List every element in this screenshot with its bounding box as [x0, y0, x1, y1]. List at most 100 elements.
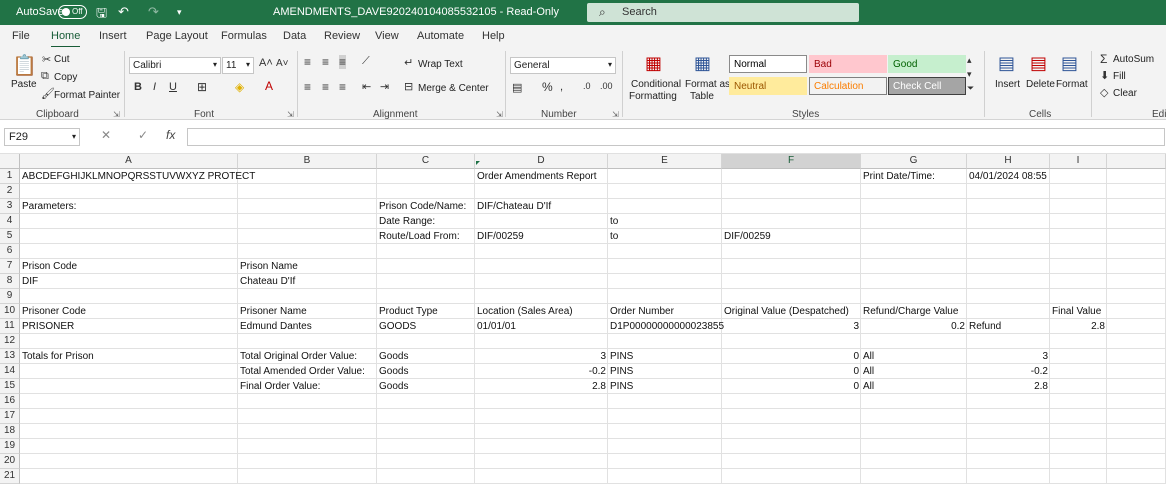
- cell-h11[interactable]: Refund: [967, 319, 1003, 334]
- cell-g1[interactable]: Print Date/Time:: [861, 169, 937, 184]
- styles-more-icon[interactable]: ⏷: [967, 83, 974, 94]
- increase-decimal-icon[interactable]: .0: [583, 81, 591, 91]
- cell-h14[interactable]: -0.2: [967, 364, 1050, 379]
- tab-data[interactable]: Data: [283, 30, 306, 42]
- spreadsheet-grid[interactable]: ABCDEFGHIJ123456789101112131415161718192…: [0, 154, 1166, 484]
- cell-g10[interactable]: Refund/Charge Value: [861, 304, 960, 319]
- cell-h13[interactable]: 3: [967, 349, 1050, 364]
- font-color-icon[interactable]: A: [265, 79, 273, 93]
- row-header-14[interactable]: 14: [0, 364, 20, 379]
- delete-cells-button[interactable]: Delete: [1026, 79, 1055, 90]
- document-title[interactable]: AMENDMENTS_DAVE920240104085532105 - Read…: [273, 6, 559, 18]
- row-header-2[interactable]: 2: [0, 184, 20, 199]
- fill-button[interactable]: Fill: [1113, 71, 1126, 82]
- cell-c4[interactable]: Date Range:: [377, 214, 437, 229]
- fill-icon[interactable]: ⬇: [1100, 69, 1109, 82]
- error-indicator-icon[interactable]: [476, 161, 480, 165]
- cell-a11[interactable]: PRISONER: [20, 319, 76, 334]
- autosum-button[interactable]: AutoSum: [1113, 54, 1154, 65]
- alignment-launcher-icon[interactable]: ⇲: [496, 110, 503, 119]
- cell-g15[interactable]: All: [861, 379, 876, 394]
- cell-c5[interactable]: Route/Load From:: [377, 229, 462, 244]
- cell-e4[interactable]: to: [608, 214, 620, 229]
- tab-formulas[interactable]: Formulas: [221, 30, 267, 42]
- row-header-16[interactable]: 16: [0, 394, 20, 409]
- tab-home[interactable]: Home: [51, 30, 81, 48]
- cell-g14[interactable]: All: [861, 364, 876, 379]
- redo-icon[interactable]: ↷: [148, 4, 159, 20]
- cell-f14[interactable]: 0: [722, 364, 861, 379]
- cell-g13[interactable]: All: [861, 349, 876, 364]
- tab-page-layout[interactable]: Page Layout: [146, 30, 208, 42]
- font-name-select[interactable]: Calibri ▾: [129, 57, 221, 74]
- insert-cells-button[interactable]: Insert: [995, 79, 1020, 90]
- format-painter-button[interactable]: Format Painter: [54, 90, 120, 101]
- font-size-select[interactable]: 11 ▾: [222, 57, 254, 74]
- delete-cells-icon[interactable]: ▤: [1030, 53, 1047, 74]
- row-header-1[interactable]: 1: [0, 169, 20, 184]
- cut-icon[interactable]: ✂: [42, 53, 51, 66]
- align-right-icon[interactable]: ≡: [339, 80, 346, 94]
- align-center-icon[interactable]: ≡: [322, 80, 329, 94]
- row-header-15[interactable]: 15: [0, 379, 20, 394]
- cell-d13[interactable]: 3: [475, 349, 608, 364]
- conditional-formatting-line2[interactable]: Formatting: [629, 91, 677, 102]
- styles-scroll-up-icon[interactable]: ▴: [967, 55, 972, 66]
- cell-e15[interactable]: PINS: [608, 379, 635, 394]
- column-header-d[interactable]: D: [475, 154, 608, 169]
- cell-f10[interactable]: Original Value (Despatched): [722, 304, 851, 319]
- merge-center-button[interactable]: Merge & Center: [418, 83, 489, 94]
- row-header-5[interactable]: 5: [0, 229, 20, 244]
- row-header-11[interactable]: 11: [0, 319, 20, 334]
- row-header-8[interactable]: 8: [0, 274, 20, 289]
- cell-style-neutral[interactable]: Neutral: [729, 77, 807, 95]
- cell-a1[interactable]: ABCDEFGHIJKLMNOPQRSSTUVWXYZ PROTECT: [20, 169, 257, 184]
- cell-b14[interactable]: Total Amended Order Value:: [238, 364, 367, 379]
- increase-indent-icon[interactable]: ⇥: [380, 80, 389, 93]
- row-header-12[interactable]: 12: [0, 334, 20, 349]
- align-middle-icon[interactable]: ≡: [322, 55, 329, 69]
- cell-b7[interactable]: Prison Name: [238, 259, 300, 274]
- cell-c3[interactable]: Prison Code/Name:: [377, 199, 468, 214]
- cell-e14[interactable]: PINS: [608, 364, 635, 379]
- orientation-icon[interactable]: ⟋: [362, 55, 370, 68]
- copy-button[interactable]: Copy: [54, 72, 77, 83]
- column-header-c[interactable]: C: [377, 154, 475, 169]
- cell-c11[interactable]: GOODS: [377, 319, 418, 334]
- search-box[interactable]: ⌕ Search: [587, 3, 859, 22]
- cell-i10[interactable]: Final Value: [1050, 304, 1103, 319]
- merge-center-icon[interactable]: ⊟: [404, 80, 413, 93]
- cell-e5[interactable]: to: [608, 229, 620, 244]
- comma-style-icon[interactable]: ,: [560, 81, 563, 93]
- format-cells-button[interactable]: Format: [1056, 79, 1088, 90]
- cell-d15[interactable]: 2.8: [475, 379, 608, 394]
- cell-f15[interactable]: 0: [722, 379, 861, 394]
- borders-icon[interactable]: ⊞: [197, 80, 207, 94]
- cell-b15[interactable]: Final Order Value:: [238, 379, 322, 394]
- align-bottom-icon[interactable]: ≡: [339, 55, 347, 69]
- row-header-6[interactable]: 6: [0, 244, 20, 259]
- cell-style-check-cell[interactable]: Check Cell: [888, 77, 966, 95]
- cell-b10[interactable]: Prisoner Name: [238, 304, 309, 319]
- clipboard-launcher-icon[interactable]: ⇲: [113, 110, 120, 119]
- row-header-4[interactable]: 4: [0, 214, 20, 229]
- column-header-g[interactable]: G: [861, 154, 967, 169]
- cell-b13[interactable]: Total Original Order Value:: [238, 349, 359, 364]
- autosave-toggle[interactable]: Off: [58, 5, 87, 19]
- cut-button[interactable]: Cut: [54, 54, 70, 65]
- cell-h1[interactable]: 04/01/2024 08:55: [967, 169, 1049, 184]
- italic-button[interactable]: I: [153, 81, 156, 93]
- cell-e13[interactable]: PINS: [608, 349, 635, 364]
- cell-i11[interactable]: 2.8: [1050, 319, 1107, 334]
- cell-d5[interactable]: DIF/00259: [475, 229, 526, 244]
- cell-style-normal[interactable]: Normal: [729, 55, 807, 73]
- row-header-13[interactable]: 13: [0, 349, 20, 364]
- decrease-font-icon[interactable]: A˅: [276, 58, 289, 69]
- format-cells-icon[interactable]: ▤: [1061, 53, 1078, 74]
- row-header-10[interactable]: 10: [0, 304, 20, 319]
- column-header-a[interactable]: A: [20, 154, 238, 169]
- column-header-b[interactable]: B: [238, 154, 377, 169]
- cell-h15[interactable]: 2.8: [967, 379, 1050, 394]
- tab-insert[interactable]: Insert: [99, 30, 127, 42]
- cell-a13[interactable]: Totals for Prison: [20, 349, 96, 364]
